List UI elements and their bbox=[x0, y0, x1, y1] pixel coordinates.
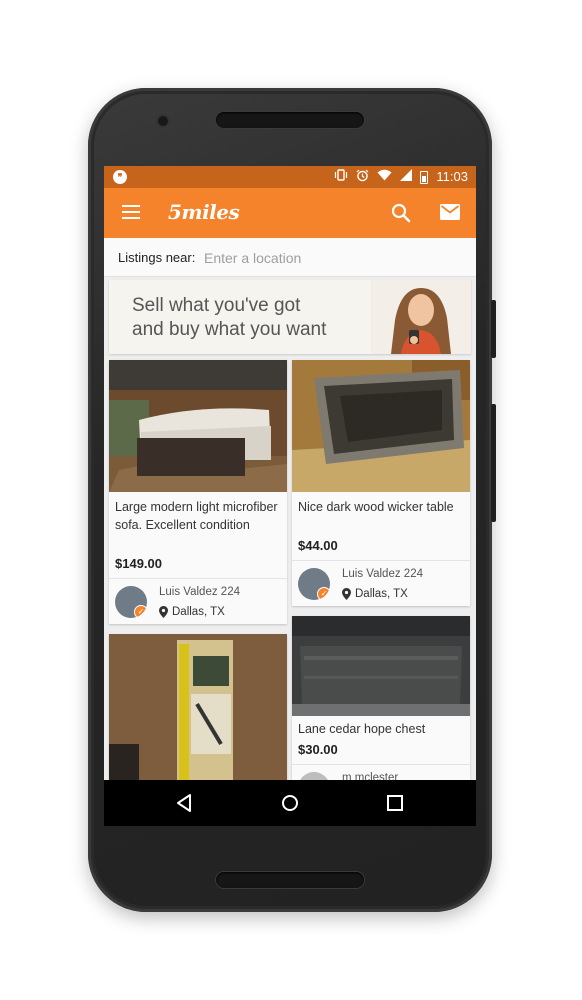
app-bar: 5miles bbox=[104, 188, 476, 238]
vibrate-icon bbox=[334, 169, 348, 185]
volume-button bbox=[491, 404, 496, 522]
wifi-icon bbox=[377, 169, 392, 185]
divider bbox=[292, 560, 470, 561]
seller-name: Luis Valdez 224 bbox=[342, 568, 423, 580]
listing-card[interactable]: Large modern light microfiber sofa. Exce… bbox=[109, 360, 287, 624]
alarm-icon bbox=[356, 169, 369, 186]
location-bar: Listings near: bbox=[104, 238, 476, 277]
banner-woman-image bbox=[371, 280, 471, 354]
location-label: Listings near: bbox=[118, 250, 196, 265]
banner-line-2: and buy what you want bbox=[132, 319, 327, 340]
listing-price: $149.00 bbox=[115, 556, 162, 571]
verified-icon: ✓ bbox=[134, 605, 147, 618]
status-icons: 11:03 bbox=[334, 169, 468, 185]
battery-icon bbox=[420, 170, 429, 184]
seller-avatar: ✓ bbox=[298, 568, 330, 600]
location-text: Dallas, TX bbox=[355, 588, 408, 600]
location-text: Dallas, TX bbox=[172, 606, 225, 618]
verified-icon: ✓ bbox=[317, 587, 330, 600]
listing-location: Dallas, TX bbox=[159, 606, 225, 618]
mail-icon[interactable] bbox=[440, 204, 460, 220]
home-icon[interactable] bbox=[279, 792, 301, 814]
seller-name: Luis Valdez 224 bbox=[159, 586, 240, 598]
bottom-speaker bbox=[216, 872, 364, 888]
hangouts-icon: ❞ bbox=[113, 170, 127, 184]
listing-location: Dallas, TX bbox=[342, 588, 408, 600]
app-logo: 5miles bbox=[168, 200, 240, 224]
back-icon[interactable] bbox=[174, 792, 196, 814]
screen: ❞ 11:03 5miles Listings near: Enter a lo… bbox=[104, 166, 476, 826]
listing-price: $44.00 bbox=[298, 538, 338, 553]
banner-line-1: Sell what you've got bbox=[132, 295, 301, 316]
listing-card[interactable]: Lane cedar hope chest $30.00 m mclester bbox=[292, 616, 470, 794]
location-pin-icon bbox=[159, 606, 168, 618]
listing-photo bbox=[109, 634, 287, 794]
divider bbox=[292, 764, 470, 765]
signal-icon bbox=[400, 169, 413, 185]
front-camera bbox=[158, 116, 168, 126]
listing-photo bbox=[109, 360, 287, 492]
top-speaker bbox=[216, 112, 364, 128]
divider bbox=[109, 578, 287, 579]
listing-card[interactable]: Nice dark wood wicker table $44.00 ✓ Lui… bbox=[292, 360, 470, 606]
location-pin-icon bbox=[342, 588, 351, 600]
search-icon[interactable] bbox=[390, 202, 412, 224]
recents-icon[interactable] bbox=[384, 792, 406, 814]
listing-price: $30.00 bbox=[298, 742, 338, 757]
listing-card[interactable] bbox=[109, 634, 287, 794]
seller-avatar: ✓ bbox=[115, 586, 147, 618]
listing-title: Lane cedar hope chest bbox=[298, 722, 426, 736]
navigation-bar bbox=[104, 780, 476, 826]
listing-title: Nice dark wood wicker table bbox=[298, 500, 454, 514]
clock: 11:03 bbox=[436, 169, 468, 184]
promo-banner[interactable]: Sell what you've got and buy what you wa… bbox=[109, 280, 471, 354]
menu-icon[interactable] bbox=[122, 205, 140, 219]
listing-photo bbox=[292, 616, 470, 716]
listing-photo bbox=[292, 360, 470, 492]
status-bar: ❞ 11:03 bbox=[104, 166, 476, 188]
listing-title: Large modern light microfiber sofa. Exce… bbox=[115, 500, 278, 532]
power-button bbox=[491, 300, 496, 358]
location-input[interactable] bbox=[202, 246, 446, 270]
